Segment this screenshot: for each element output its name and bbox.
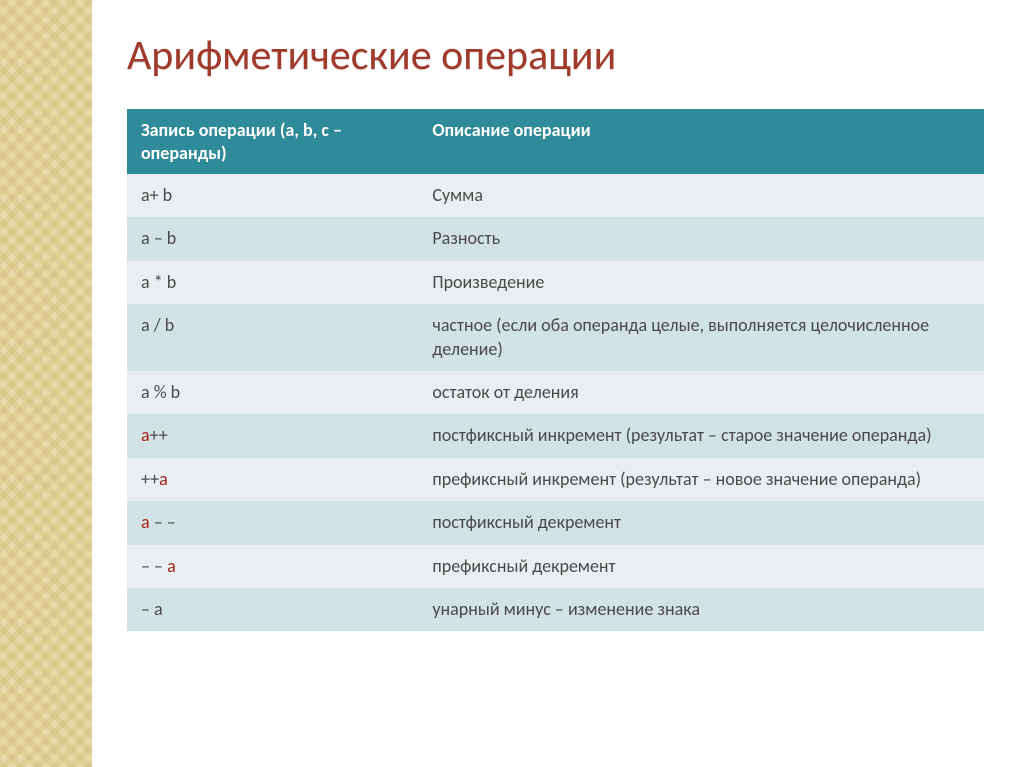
cell-notation: – – a [127,545,418,588]
table-row: a / b частное (если оба операнда целые, … [127,304,984,371]
cell-description: Разность [418,217,984,260]
cell-notation: a % b [127,371,418,414]
operations-table: Запись операции (a, b, c – операнды) Опи… [127,109,984,631]
table-row: a+ b Сумма [127,174,984,217]
cell-description: постфиксный инкремент (результат – старо… [418,414,984,457]
cell-description: остаток от деления [418,371,984,414]
cell-description: частное (если оба операнда целые, выполн… [418,304,984,371]
cell-notation: ++a [127,458,418,501]
cell-description: префиксный декремент [418,545,984,588]
header-text: Запись операции (a, b, c – [141,119,342,141]
cell-notation: a * b [127,261,418,304]
cell-notation: a++ [127,414,418,457]
cell-description: Сумма [418,174,984,217]
header-text: операнды) [141,142,227,164]
table-row: ++a префиксный инкремент (результат – но… [127,458,984,501]
cell-description: префиксный инкремент (результат – новое … [418,458,984,501]
cell-notation: a – b [127,217,418,260]
cell-notation: – a [127,588,418,631]
table-row: a – b Разность [127,217,984,260]
table-row: a * b Произведение [127,261,984,304]
slide-title: Арифметические операции [127,30,984,81]
cell-notation: a+ b [127,174,418,217]
table-row: a++ постфиксный инкремент (результат – с… [127,414,984,457]
decorative-border [0,0,92,767]
table-row: – a унарный минус – изменение знака [127,588,984,631]
header-col-notation: Запись операции (a, b, c – операнды) [127,109,418,174]
table-row: a % b остаток от деления [127,371,984,414]
cell-description: постфиксный декремент [418,501,984,544]
cell-notation: a / b [127,304,418,371]
cell-description: Произведение [418,261,984,304]
cell-description: унарный минус – изменение знака [418,588,984,631]
table-row: a – – постфиксный декремент [127,501,984,544]
header-col-description: Описание операции [418,109,984,174]
table-header-row: Запись операции (a, b, c – операнды) Опи… [127,109,984,174]
table-row: – – a префиксный декремент [127,545,984,588]
cell-notation: a – – [127,501,418,544]
slide-content: Арифметические операции Запись операции … [92,0,1024,767]
